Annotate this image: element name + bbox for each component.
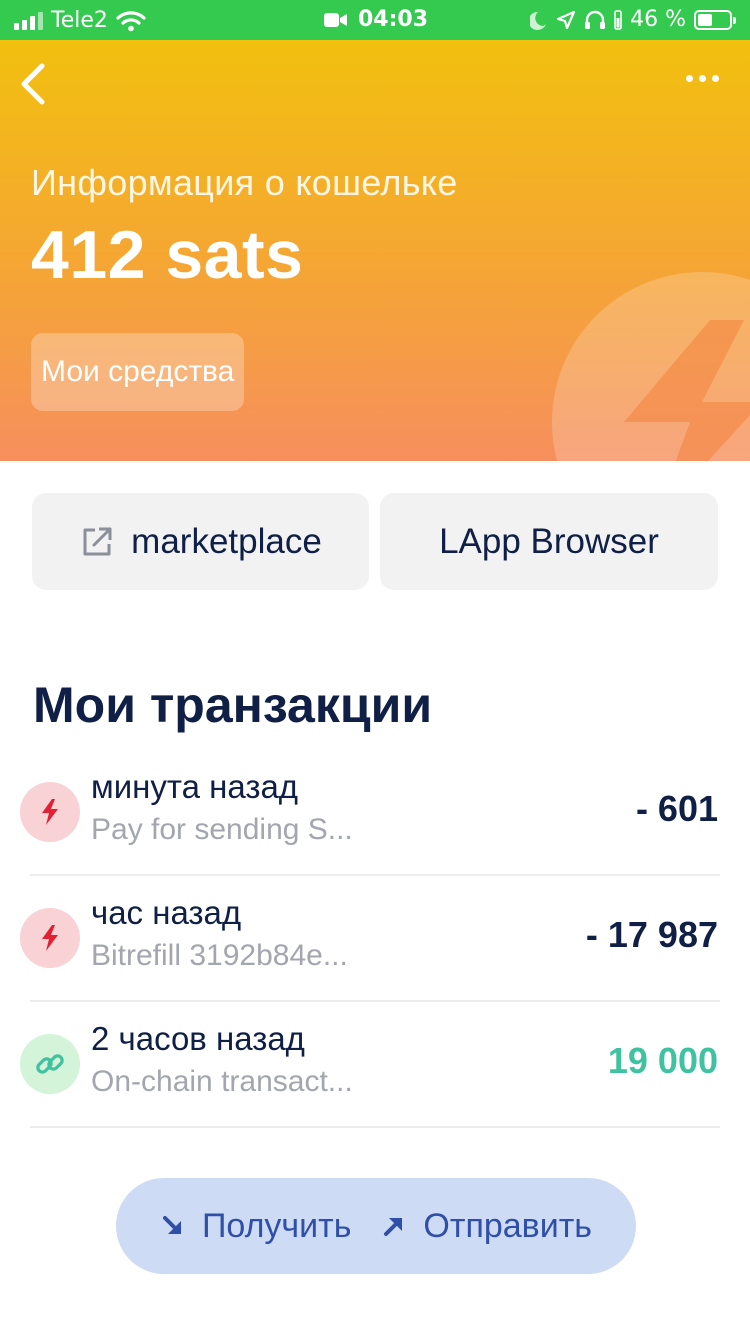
lapp-browser-label: LApp Browser bbox=[439, 521, 659, 561]
send-button[interactable]: Отправить bbox=[381, 1207, 592, 1246]
carrier-label: Tele2 bbox=[51, 8, 108, 33]
transaction-description: Bitrefill 3192b84e... bbox=[91, 939, 348, 972]
transaction-row[interactable]: минута назад Pay for sending S... - 601 bbox=[20, 750, 720, 876]
arrow-down-right-icon bbox=[162, 1216, 181, 1234]
marketplace-label: marketplace bbox=[131, 521, 322, 561]
more-icon[interactable] bbox=[682, 68, 722, 88]
my-funds-button[interactable]: Мои средства bbox=[31, 333, 245, 411]
signal-icon bbox=[14, 11, 43, 30]
receive-button[interactable]: Получить bbox=[160, 1207, 351, 1246]
headphones-icon bbox=[585, 10, 606, 29]
chain-link-icon bbox=[20, 1034, 80, 1094]
battery-fill bbox=[698, 13, 712, 26]
transaction-amount: - 601 bbox=[635, 788, 718, 829]
battery-percent-label: 46 % bbox=[630, 7, 686, 32]
transaction-amount: - 17 987 bbox=[585, 914, 718, 955]
location-icon bbox=[556, 10, 576, 29]
wallet-balance: 412 sats bbox=[31, 217, 304, 293]
status-bar: Tele2 04:03 46 % bbox=[0, 0, 750, 40]
transaction-amount: 19 000 bbox=[607, 1040, 718, 1081]
battery-level-indicator bbox=[614, 9, 622, 30]
lightning-icon bbox=[20, 908, 80, 968]
wallet-header: Информация о кошельке 412 sats Мои средс… bbox=[0, 40, 750, 461]
wifi-icon bbox=[116, 10, 146, 31]
transaction-time: минута назад bbox=[91, 768, 299, 805]
marketplace-button[interactable]: marketplace bbox=[32, 493, 369, 590]
battery-icon bbox=[694, 9, 736, 30]
wallet-info-title: Информация о кошельке bbox=[31, 162, 458, 203]
transaction-time: 2 часов назад bbox=[91, 1020, 305, 1057]
receive-label: Получить bbox=[201, 1206, 352, 1245]
lightning-icon bbox=[552, 272, 750, 461]
time-label: 04:03 bbox=[358, 7, 429, 32]
moon-icon bbox=[530, 11, 547, 30]
transaction-description: Pay for sending S... bbox=[91, 813, 353, 846]
chevron-left-icon bbox=[21, 63, 45, 105]
external-link-icon bbox=[83, 527, 112, 555]
video-icon bbox=[324, 12, 347, 27]
transaction-row[interactable]: 2 часов назад On-chain transact... 19 00… bbox=[20, 1002, 720, 1128]
transaction-time: час назад bbox=[91, 894, 242, 931]
lapp-browser-button[interactable]: LApp Browser bbox=[380, 493, 718, 590]
back-button[interactable] bbox=[14, 58, 58, 110]
arrow-up-right-icon bbox=[384, 1218, 403, 1236]
divider bbox=[30, 1126, 720, 1128]
transaction-row[interactable]: час назад Bitrefill 3192b84e... - 17 987 bbox=[20, 876, 720, 1002]
receive-send-bar: Получить Отправить bbox=[116, 1178, 636, 1274]
transaction-description: On-chain transact... bbox=[91, 1065, 353, 1098]
send-label: Отправить bbox=[423, 1206, 593, 1245]
lightning-icon bbox=[20, 782, 80, 842]
transactions-title: Мои транзакции bbox=[33, 677, 433, 733]
